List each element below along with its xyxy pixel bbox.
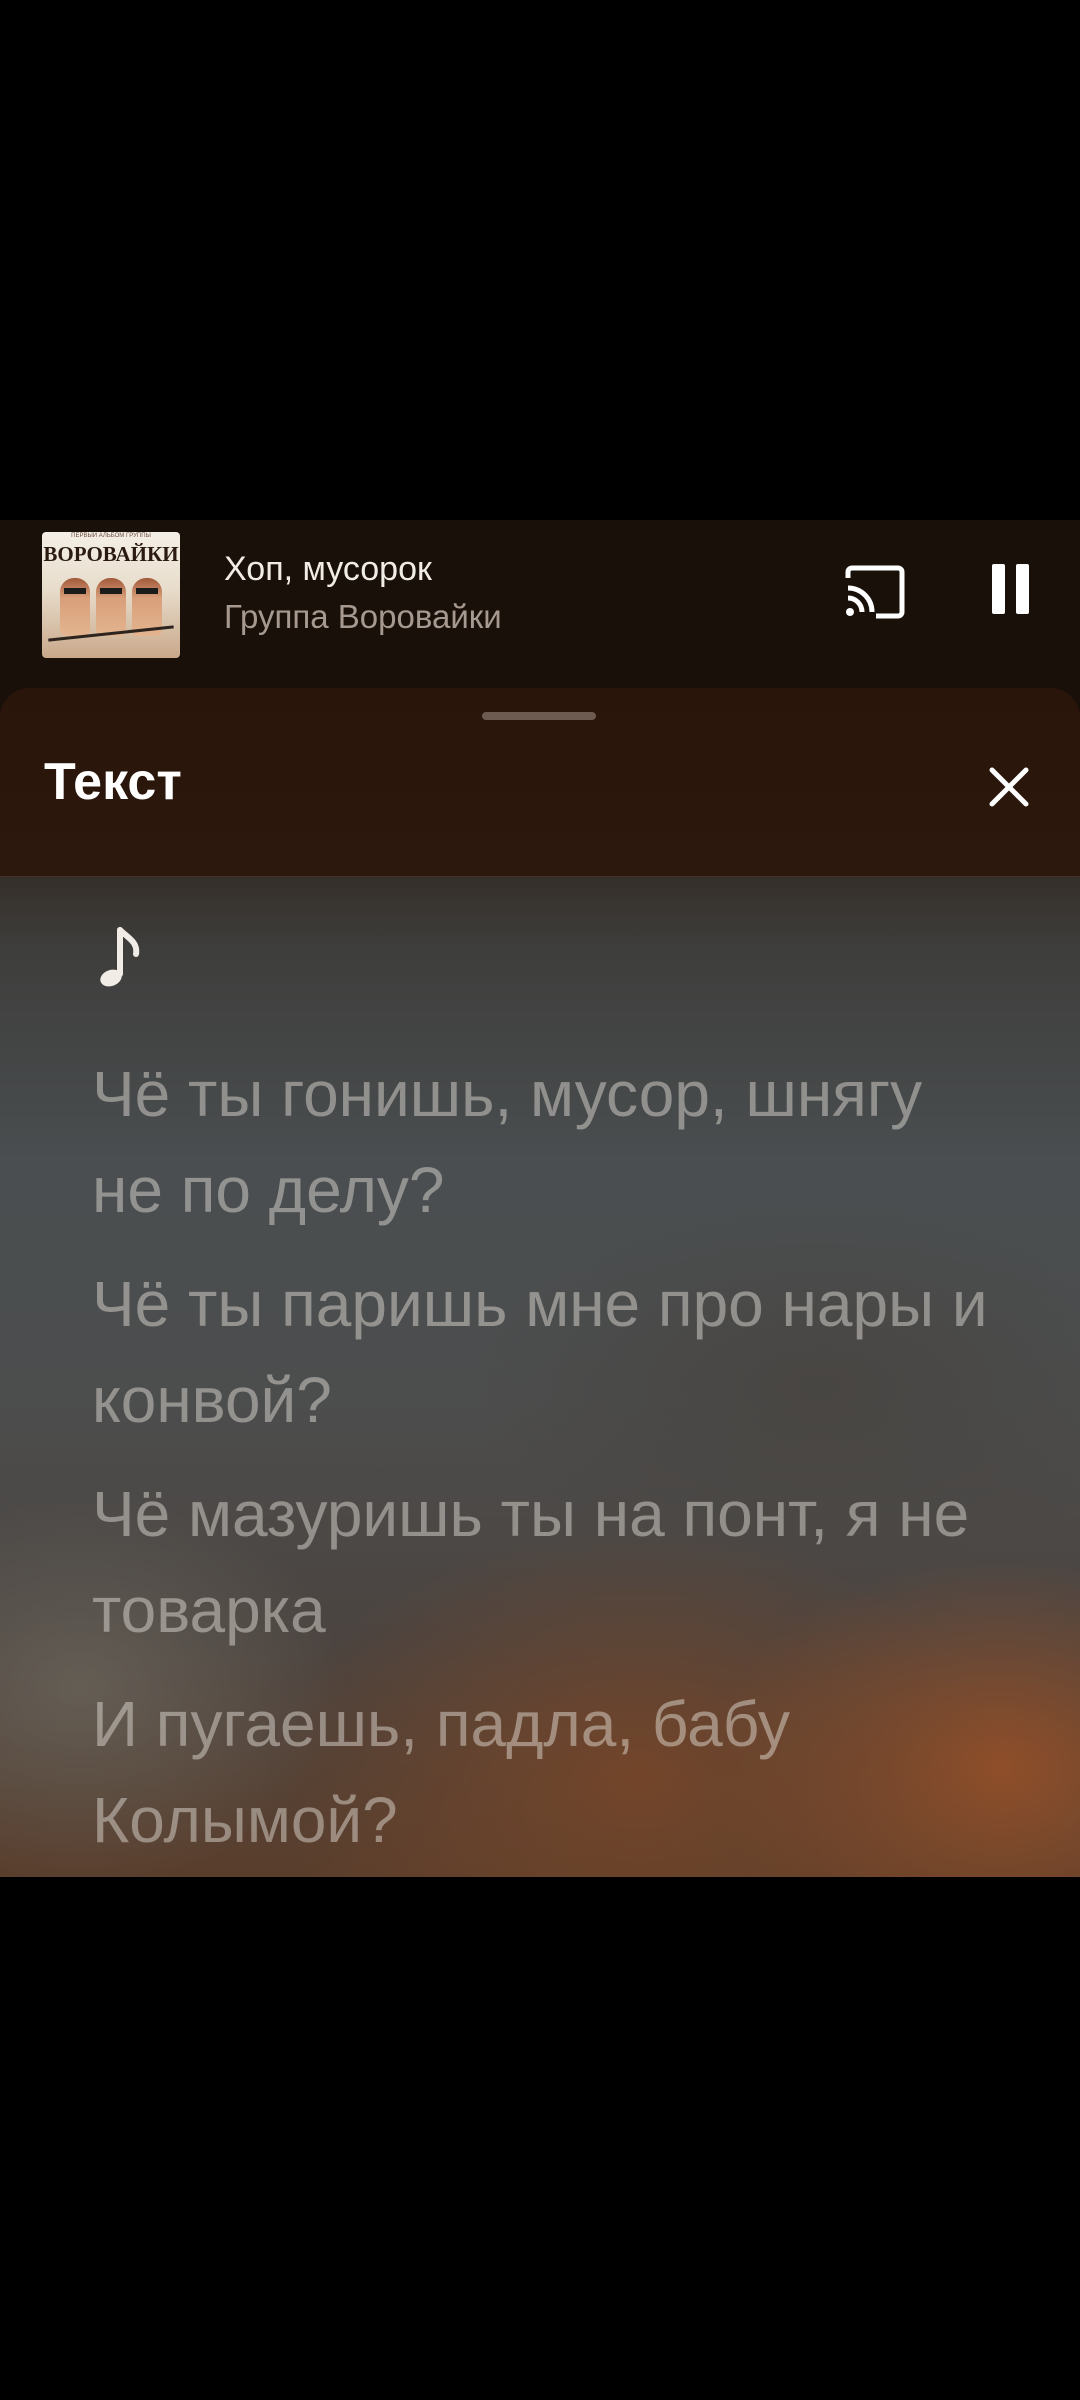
lyrics-sheet-header: Текст <box>0 688 1080 877</box>
music-note-icon <box>98 924 148 994</box>
pause-icon <box>1016 564 1029 614</box>
screen: ПЕРВЫЙ АЛЬБОМ ГРУППЫ ВОРОВАЙКИ Хоп, мусо… <box>0 0 1080 2400</box>
lyric-line[interactable]: Чё ты гонишь, мусор, шнягу не по делу? <box>92 1046 992 1238</box>
close-icon <box>989 767 1029 807</box>
album-art-caption: ПЕРВЫЙ АЛЬБОМ ГРУППЫ <box>71 533 151 539</box>
track-title[interactable]: Хоп, мусорок <box>224 550 432 589</box>
cast-button[interactable] <box>842 564 908 620</box>
pause-button[interactable] <box>990 564 1034 620</box>
mini-player[interactable]: ПЕРВЫЙ АЛЬБОМ ГРУППЫ ВОРОВАЙКИ Хоп, мусо… <box>0 520 1080 680</box>
drag-handle[interactable] <box>482 712 596 720</box>
album-art-figure <box>96 578 126 636</box>
cast-icon <box>845 565 905 619</box>
album-art-title: ВОРОВАЙКИ <box>43 542 179 566</box>
lyric-line[interactable]: Чё мазуришь ты на понт, я не товарка <box>92 1466 992 1658</box>
pause-icon <box>992 564 1005 614</box>
album-art-figure <box>60 578 90 636</box>
lyrics-list: Чё ты гонишь, мусор, шнягу не по делу? Ч… <box>92 1046 992 1877</box>
track-artist[interactable]: Группа Воровайки <box>224 598 502 636</box>
lyrics-sheet: Текст Чё ты гонишь, мусор, шнягу не по д… <box>0 688 1080 1877</box>
lyrics-title: Текст <box>44 753 182 811</box>
album-art[interactable]: ПЕРВЫЙ АЛЬБОМ ГРУППЫ ВОРОВАЙКИ <box>42 532 180 658</box>
player-area: ПЕРВЫЙ АЛЬБОМ ГРУППЫ ВОРОВАЙКИ Хоп, мусо… <box>0 520 1080 1877</box>
lyric-line[interactable]: Чё ты паришь мне про нары и конвой? <box>92 1256 992 1448</box>
lyric-line[interactable]: И пугаешь, падла, бабу Колымой? <box>92 1676 992 1868</box>
close-button[interactable] <box>986 764 1032 810</box>
